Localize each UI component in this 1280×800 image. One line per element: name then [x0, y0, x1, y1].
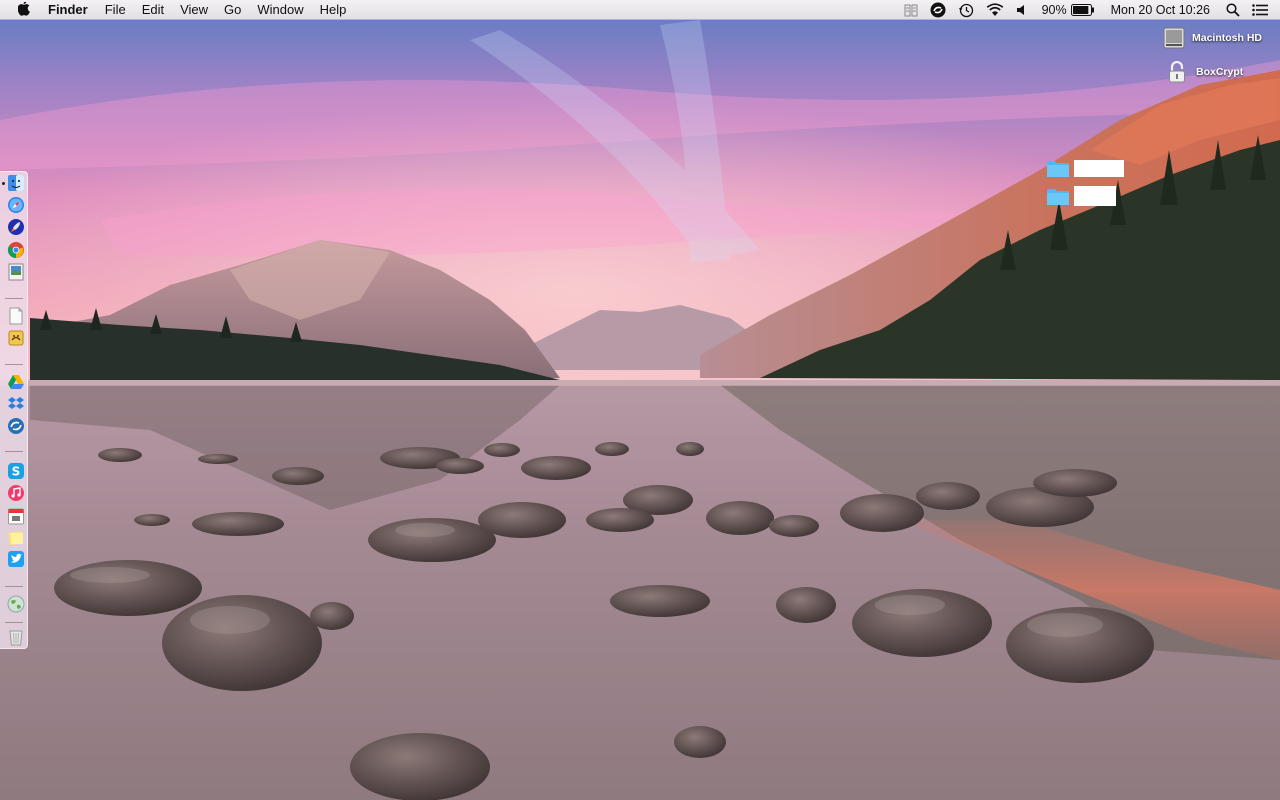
preview-icon — [8, 263, 24, 281]
safari-icon — [8, 197, 24, 213]
wallpaper-image — [0, 0, 1280, 800]
dropbox-icon — [8, 397, 24, 409]
padlock-icon — [1169, 61, 1185, 83]
menu-file[interactable]: File — [105, 2, 126, 17]
battery-percent: 90% — [1041, 3, 1067, 17]
desktop-item-label: Macintosh HD — [1192, 32, 1263, 44]
dock-separator — [5, 622, 23, 623]
dock-separator — [5, 586, 23, 587]
speaker-icon — [1016, 5, 1024, 15]
launchpad-rocket-icon — [8, 219, 24, 235]
dock-item-google-drive[interactable] — [7, 373, 25, 391]
battery-menu-extra[interactable]: 90% — [1042, 3, 1095, 17]
apple-logo-icon — [17, 2, 30, 16]
sync-globe-icon — [8, 418, 24, 434]
finder-icon — [8, 175, 24, 191]
menu-edit[interactable]: Edit — [142, 2, 164, 17]
dock-item-safari[interactable] — [7, 196, 25, 214]
time-machine-icon — [958, 3, 973, 18]
notification-center-button[interactable] — [1252, 4, 1268, 16]
trash-icon — [9, 630, 23, 646]
dock-item-stickies[interactable] — [7, 529, 25, 547]
twitter-icon — [8, 551, 24, 567]
dock-item-globe[interactable] — [7, 595, 25, 613]
dock-item-skype[interactable]: S — [7, 462, 25, 480]
dock-item-preview[interactable] — [7, 263, 25, 281]
dock-item-dropbox[interactable] — [7, 395, 25, 413]
list-icon — [1252, 4, 1268, 16]
dock-item-finder[interactable] — [7, 174, 25, 192]
dock-item-calendar[interactable] — [7, 507, 25, 525]
apple-menu[interactable] — [14, 2, 34, 17]
stickies-icon — [8, 531, 23, 545]
wifi-icon — [986, 3, 1003, 16]
svg-text:S: S — [12, 465, 21, 479]
desktop-wallpaper — [0, 0, 1280, 800]
dock-item-folder-app[interactable] — [7, 329, 25, 347]
dock-item-launchpad[interactable] — [7, 218, 25, 236]
wifi-menu-extra[interactable] — [986, 3, 1004, 17]
status-area: 90% Mon 20 Oct 10:26 — [898, 0, 1280, 20]
menu-app-finder[interactable]: Finder — [48, 2, 88, 17]
dock: S — [0, 171, 28, 649]
dock-item-trash[interactable] — [7, 628, 25, 646]
folder-name-label — [1074, 159, 1124, 177]
skype-icon: S — [8, 463, 24, 479]
desktop-item-macintosh-hd[interactable]: Macintosh HD — [1163, 26, 1262, 50]
calendar-icon — [8, 508, 24, 525]
sync-circle-icon — [930, 2, 946, 18]
google-drive-icon — [8, 375, 24, 389]
desktop-item-boxcrypt[interactable]: BoxCrypt — [1168, 61, 1243, 83]
textedit-icon — [9, 307, 23, 325]
sync-menu-extra[interactable] — [930, 2, 946, 18]
dock-separator — [5, 364, 23, 365]
dictionary-menu-extra[interactable] — [904, 4, 918, 17]
menu-window[interactable]: Window — [257, 2, 303, 17]
itunes-icon — [8, 485, 24, 501]
folder-icon — [1047, 161, 1069, 177]
folder-name-label — [1074, 186, 1116, 206]
menu-go[interactable]: Go — [224, 2, 241, 17]
dock-item-twitter[interactable] — [7, 550, 25, 568]
desktop-folder-1[interactable] — [1046, 158, 1124, 178]
dock-item-textedit[interactable] — [7, 307, 25, 325]
stacked-pages-icon — [904, 4, 918, 16]
folder-app-icon — [8, 330, 24, 346]
spotlight-button[interactable] — [1226, 3, 1240, 17]
globe-icon — [7, 595, 25, 613]
desktop-item-label: BoxCrypt — [1196, 66, 1244, 78]
folder-icon — [1047, 189, 1069, 205]
desktop-folder-2[interactable] — [1046, 186, 1116, 206]
battery-icon — [1070, 4, 1094, 16]
clock[interactable]: Mon 20 Oct 10:26 — [1111, 3, 1210, 17]
dock-separator — [5, 298, 23, 299]
time-machine-menu-extra[interactable] — [958, 2, 974, 18]
menu-view[interactable]: View — [180, 2, 208, 17]
dock-item-chrome[interactable] — [7, 241, 25, 259]
dock-item-sync[interactable] — [7, 417, 25, 435]
chrome-icon — [7, 242, 24, 259]
search-icon — [1226, 3, 1240, 17]
dock-separator — [5, 451, 23, 452]
hard-drive-icon — [1163, 27, 1185, 49]
menu-help[interactable]: Help — [320, 2, 347, 17]
volume-menu-extra[interactable] — [1016, 4, 1030, 16]
dock-item-itunes[interactable] — [7, 484, 25, 502]
running-indicator — [2, 182, 5, 185]
menu-bar: Finder File Edit View Go Window Help 90%… — [0, 0, 1280, 20]
